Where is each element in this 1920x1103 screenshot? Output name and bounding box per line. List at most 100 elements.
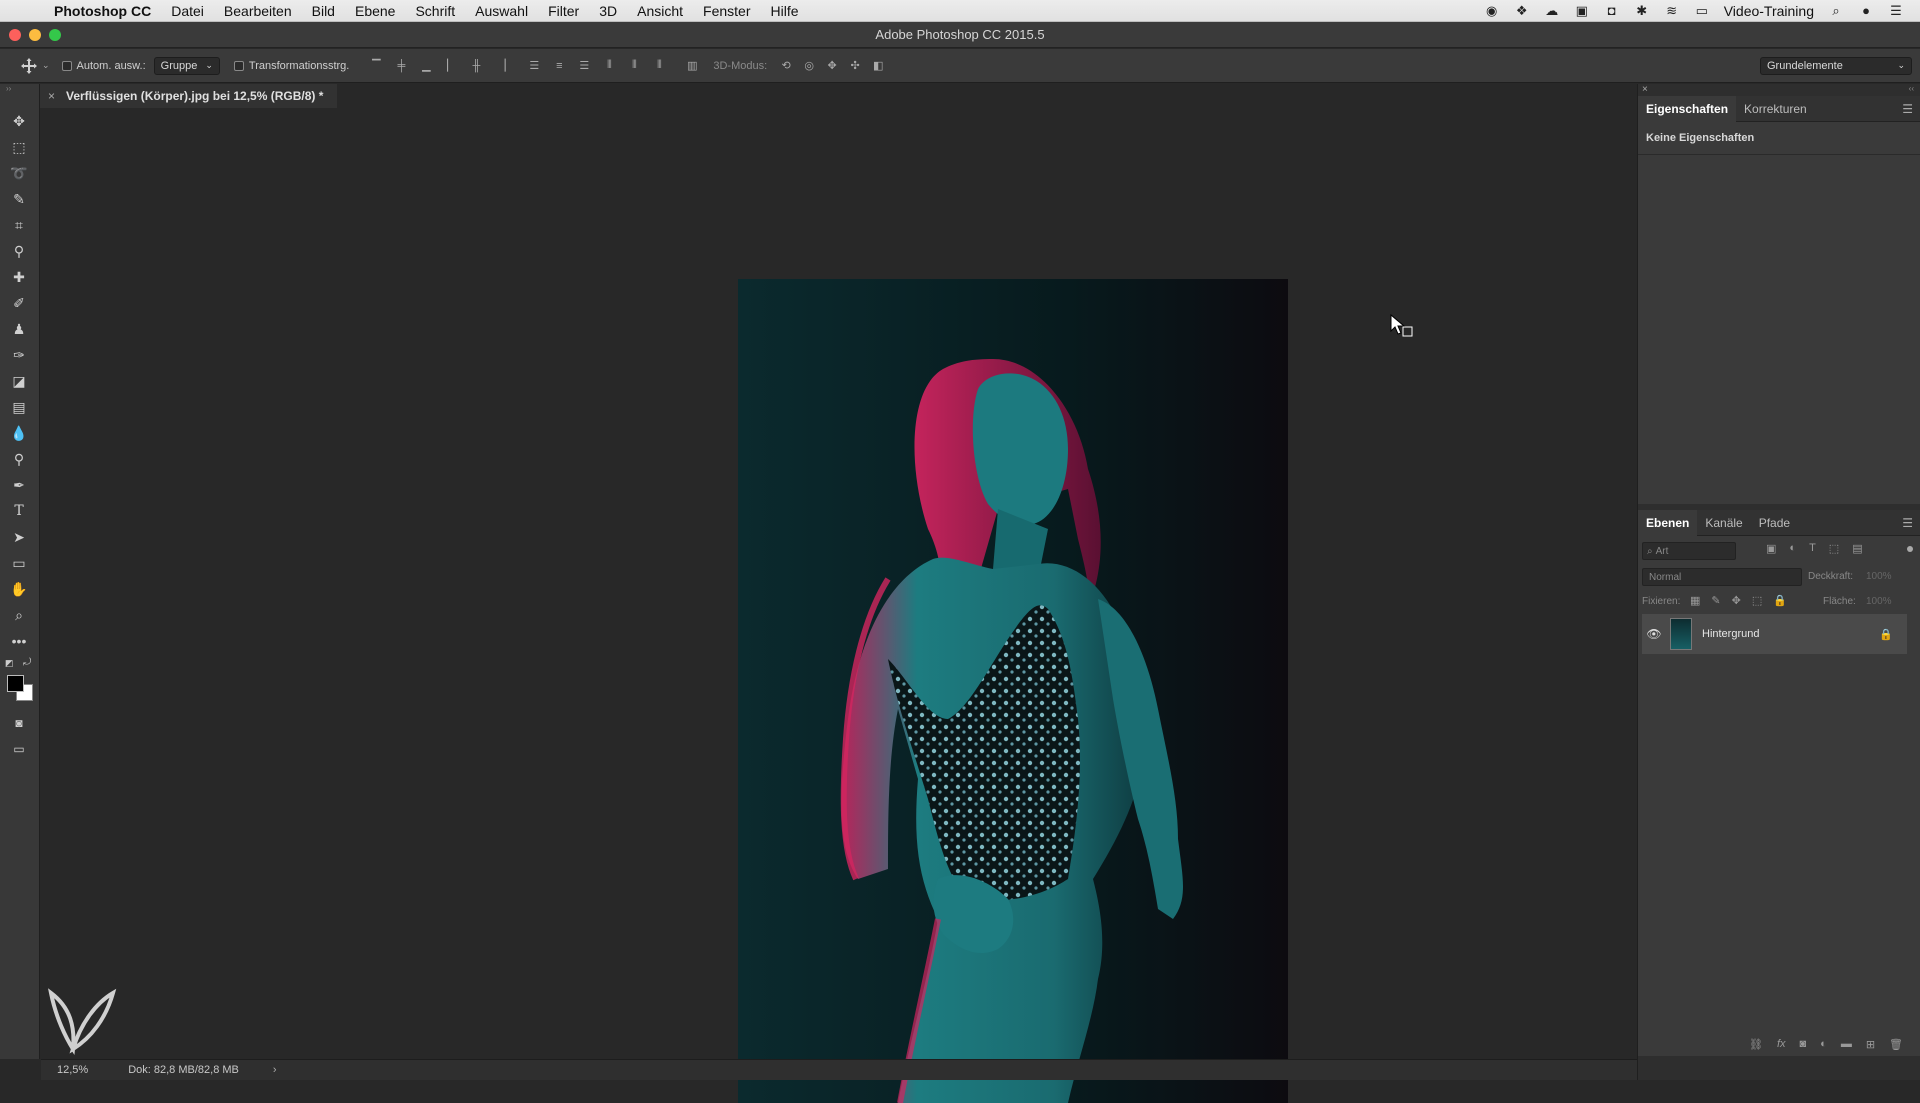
- menu-datei[interactable]: Datei: [161, 0, 214, 22]
- wifi-icon[interactable]: ≋: [1664, 3, 1680, 18]
- creative-cloud-icon[interactable]: ☁: [1544, 3, 1560, 18]
- distribute-vcenter-icon[interactable]: ≡: [552, 59, 566, 73]
- bluetooth-icon[interactable]: ✱: [1634, 3, 1650, 18]
- distribute-left-icon[interactable]: ⦀: [602, 59, 616, 73]
- 3d-pan-icon[interactable]: ✥: [825, 59, 839, 73]
- quick-mask-icon[interactable]: ◙: [8, 712, 30, 734]
- lasso-tool-icon[interactable]: ➰: [8, 162, 30, 184]
- panel-menu-icon[interactable]: ☰: [1902, 102, 1913, 116]
- eraser-tool-icon[interactable]: ◪: [8, 370, 30, 392]
- opacity-value[interactable]: 100%: [1866, 571, 1892, 582]
- dodge-tool-icon[interactable]: ⚲: [8, 448, 30, 470]
- layer-lock-icon[interactable]: 🔒: [1879, 628, 1893, 641]
- pen-tool-icon[interactable]: ✒: [8, 474, 30, 496]
- menu-app-name[interactable]: Photoshop CC: [54, 3, 161, 19]
- menu-filter[interactable]: Filter: [538, 0, 589, 22]
- filter-smart-object-icon[interactable]: ▤: [1852, 542, 1862, 555]
- align-top-icon[interactable]: ▔: [369, 59, 383, 73]
- healing-brush-tool-icon[interactable]: ✚: [8, 266, 30, 288]
- new-adjustment-layer-icon[interactable]: ◐: [1820, 1038, 1827, 1050]
- fill-value[interactable]: 100%: [1866, 596, 1892, 607]
- zoom-tool-icon[interactable]: ⌕: [8, 604, 30, 626]
- crop-tool-icon[interactable]: ⌗: [8, 214, 30, 236]
- lock-position-icon[interactable]: ✥: [1732, 594, 1741, 607]
- workspace-dropdown[interactable]: Grundelemente ⌄: [1760, 56, 1912, 75]
- 3d-rotate-icon[interactable]: ⟲: [779, 59, 793, 73]
- delete-layer-icon[interactable]: 🗑: [1889, 1038, 1903, 1051]
- default-colors-icon[interactable]: ◩: [5, 658, 14, 669]
- menu-schrift[interactable]: Schrift: [405, 0, 465, 22]
- eyedropper-tool-icon[interactable]: ⚲: [8, 240, 30, 262]
- auto-select-dropdown[interactable]: Gruppe ⌄: [153, 56, 220, 75]
- menu-fenster[interactable]: Fenster: [693, 0, 760, 22]
- record-icon[interactable]: ◉: [1484, 3, 1500, 18]
- stamp-tool-icon[interactable]: ♟: [8, 318, 30, 340]
- lock-all-icon[interactable]: 🔒: [1773, 594, 1787, 607]
- brush-tool-icon[interactable]: ✐: [8, 292, 30, 314]
- lock-transparency-icon[interactable]: ▦: [1690, 594, 1700, 607]
- panel-menu-icon[interactable]: ☰: [1902, 516, 1913, 530]
- menu-bild[interactable]: Bild: [302, 0, 345, 22]
- display-icon[interactable]: ▣: [1574, 3, 1590, 18]
- menubar-user[interactable]: Video-Training: [1724, 3, 1814, 19]
- lock-pixels-icon[interactable]: ✎: [1711, 594, 1720, 607]
- collapse-icon[interactable]: ‹‹: [1909, 84, 1914, 93]
- layer-style-fx-icon[interactable]: fx: [1777, 1038, 1786, 1050]
- filter-adjustment-icon[interactable]: ◐: [1789, 542, 1796, 555]
- align-hcenter-icon[interactable]: ╫: [469, 59, 483, 73]
- distribute-top-icon[interactable]: ☰: [527, 59, 541, 73]
- dropbox-icon[interactable]: ❖: [1514, 3, 1530, 18]
- close-panel-icon[interactable]: ×: [1642, 84, 1648, 95]
- 3d-scale-icon[interactable]: ◧: [871, 59, 885, 73]
- zoom-level[interactable]: 12,5%: [57, 1064, 88, 1076]
- rectangle-tool-icon[interactable]: ▭: [8, 552, 30, 574]
- document-image[interactable]: [738, 279, 1288, 1103]
- more-tools-icon[interactable]: •••: [8, 630, 30, 652]
- notification-center-icon[interactable]: ☰: [1888, 3, 1904, 18]
- visibility-eye-icon[interactable]: 👁: [1642, 627, 1666, 641]
- close-tab-icon[interactable]: ×: [48, 84, 55, 108]
- link-layers-icon[interactable]: ⛓: [1749, 1038, 1763, 1051]
- tab-korrekturen[interactable]: Korrekturen: [1736, 96, 1815, 122]
- document-tab[interactable]: × Verflüssigen (Körper).jpg bei 12,5% (R…: [40, 84, 338, 108]
- align-right-icon[interactable]: ▕: [494, 59, 508, 73]
- tab-eigenschaften[interactable]: Eigenschaften: [1638, 95, 1737, 122]
- collapse-icon[interactable]: ››: [6, 84, 11, 93]
- siri-icon[interactable]: ●: [1858, 3, 1874, 18]
- filter-pixel-icon[interactable]: ▣: [1766, 542, 1776, 555]
- lock-artboard-icon[interactable]: ⬚: [1752, 594, 1762, 607]
- distribute-bottom-icon[interactable]: ☰: [577, 59, 591, 73]
- spotlight-search-icon[interactable]: ⌕: [1828, 3, 1844, 18]
- tab-kanaele[interactable]: Kanäle: [1697, 510, 1750, 536]
- menu-ansicht[interactable]: Ansicht: [627, 0, 693, 22]
- canvas-area[interactable]: [41, 108, 1637, 1103]
- align-left-icon[interactable]: ▏: [444, 59, 458, 73]
- path-selection-tool-icon[interactable]: ➤: [8, 526, 30, 548]
- distribute-right-icon[interactable]: ⦀: [652, 59, 666, 73]
- marquee-tool-icon[interactable]: ⬚: [8, 136, 30, 158]
- distribute-hcenter-icon[interactable]: ⦀: [627, 59, 641, 73]
- menu-hilfe[interactable]: Hilfe: [761, 0, 809, 22]
- 3d-roll-icon[interactable]: ◎: [802, 59, 816, 73]
- menu-bearbeiten[interactable]: Bearbeiten: [214, 0, 302, 22]
- blend-mode-dropdown[interactable]: Normal: [1642, 568, 1802, 586]
- menu-3d[interactable]: 3D: [589, 0, 627, 22]
- layer-row[interactable]: 👁 Hintergrund 🔒: [1642, 614, 1907, 654]
- menu-ebene[interactable]: Ebene: [345, 0, 405, 22]
- foreground-color-swatch[interactable]: [7, 675, 24, 692]
- tool-preset-picker[interactable]: ⌄: [20, 57, 50, 75]
- filter-type-icon[interactable]: T: [1809, 542, 1816, 555]
- move-tool-icon[interactable]: ✥: [8, 110, 30, 132]
- align-vcenter-icon[interactable]: ╪: [394, 59, 408, 73]
- swap-colors-icon[interactable]: ⤾: [23, 657, 31, 668]
- filter-toggle[interactable]: [1907, 546, 1913, 552]
- add-mask-icon[interactable]: ◙: [1800, 1038, 1807, 1050]
- auto-align-icon[interactable]: ▥: [685, 59, 699, 73]
- hand-tool-icon[interactable]: ✋: [8, 578, 30, 600]
- blur-tool-icon[interactable]: 💧: [8, 422, 30, 444]
- airplay-icon[interactable]: ▭: [1694, 3, 1710, 18]
- tab-pfade[interactable]: Pfade: [1751, 510, 1798, 536]
- tab-ebenen[interactable]: Ebenen: [1638, 509, 1698, 536]
- new-layer-icon[interactable]: ⊞: [1866, 1038, 1875, 1051]
- type-tool-icon[interactable]: T: [8, 500, 30, 522]
